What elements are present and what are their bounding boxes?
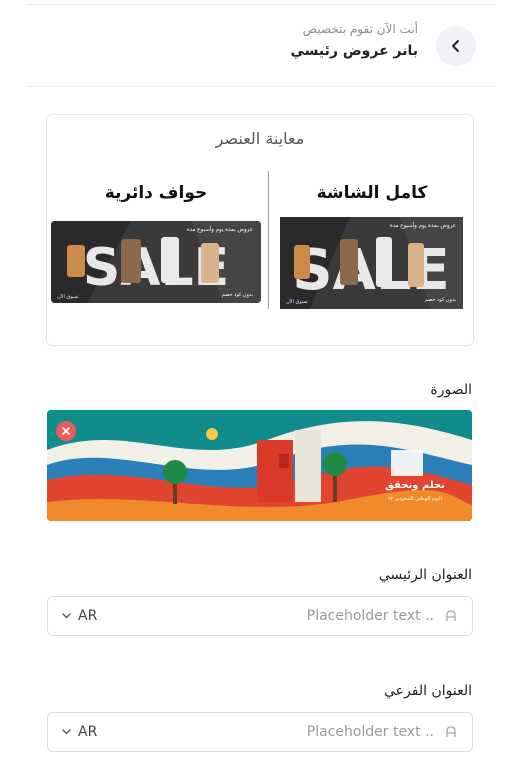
banner-sale-text: SALE — [292, 238, 450, 303]
language-select[interactable]: AR — [62, 608, 97, 624]
language-value: AR — [78, 608, 98, 624]
language-value: AR — [78, 724, 98, 740]
banner-top-text: عروض بمدة يوم وأسبوع مدة — [187, 225, 253, 233]
image-caption-sub: اليوم الوطني السعودي ٩٢ — [388, 496, 442, 502]
customization-panel: أنت الآن تقوم بتخصيص بانر عروض رئيسي معا… — [0, 0, 508, 766]
uploaded-image[interactable]: نحلم ونحقق اليوم الوطني السعودي ٩٢ — [47, 410, 472, 521]
banner-cta-text: تسوق الآن — [286, 299, 308, 305]
preview-title: معاينة العنصر — [215, 129, 305, 148]
banner-code-text: بدون كود خصم — [425, 297, 456, 303]
image-caption-main: نحلم ونحقق — [385, 480, 445, 491]
main-title-label: العنوان الرئيسي — [378, 567, 472, 583]
chevron-down-icon — [62, 729, 71, 735]
subtitle-field[interactable]: AR Placeholder text .. — [47, 712, 473, 752]
font-icon — [446, 726, 456, 737]
banner-preview-fullscreen[interactable]: SALE عروض بمدة يوم وأسبوع مدة تسوق الآن … — [280, 217, 463, 309]
panel-header: أنت الآن تقوم بتخصيص بانر عروض رئيسي — [0, 10, 508, 82]
subtitle-placeholder: Placeholder text .. — [306, 724, 434, 740]
back-button[interactable] — [436, 26, 476, 66]
banner-code-text: بدون كود خصم — [222, 292, 253, 298]
main-title-placeholder: Placeholder text .. — [306, 608, 434, 624]
chevron-down-icon — [62, 613, 71, 619]
image-section-label: الصورة — [430, 382, 472, 398]
close-icon — [62, 427, 70, 435]
preview-divider — [268, 171, 269, 309]
variant-label-rounded: حواف دائرية — [104, 183, 208, 203]
main-title-field[interactable]: AR Placeholder text .. — [47, 596, 473, 636]
language-select[interactable]: AR — [62, 724, 97, 740]
banner-top-text: عروض بمدة يوم وأسبوع مدة — [390, 221, 456, 229]
element-preview-card: معاينة العنصر كامل الشاشة حواف دائرية SA… — [46, 114, 474, 346]
remove-image-button[interactable] — [56, 421, 76, 441]
subtitle-label: العنوان الفرعي — [384, 683, 472, 699]
top-divider — [26, 4, 496, 5]
variant-label-fullscreen: كامل الشاشة — [316, 183, 428, 203]
chevron-left-icon — [452, 40, 459, 52]
banner-cta-text: تسوق الآن — [57, 294, 79, 300]
banner-preview-rounded[interactable]: SALE عروض بمدة يوم وأسبوع مدة تسوق الآن … — [51, 221, 261, 303]
header-divider — [26, 86, 496, 87]
header-subtitle: أنت الآن تقوم بتخصيص — [302, 22, 418, 36]
font-icon — [446, 610, 456, 621]
header-title: بانر عروض رئيسي — [290, 43, 418, 59]
